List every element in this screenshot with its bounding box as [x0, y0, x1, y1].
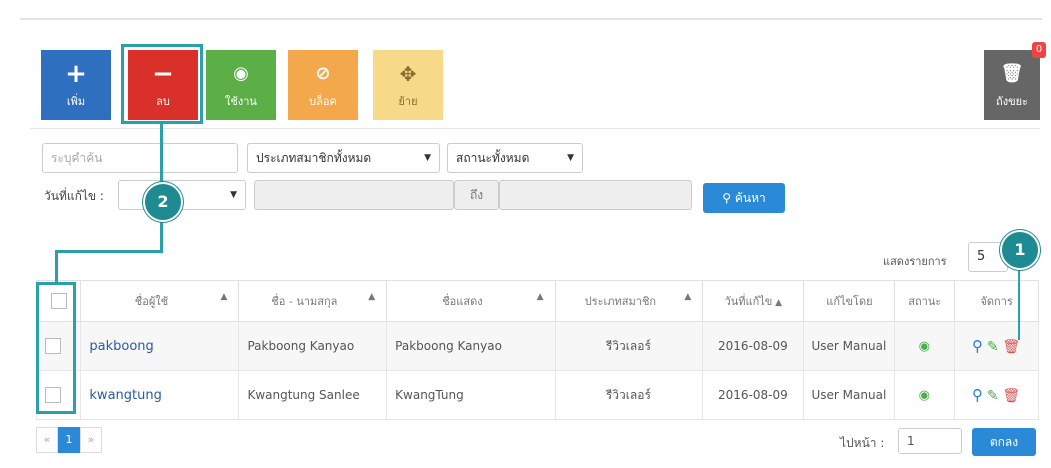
callout-line: [55, 250, 163, 253]
actions-cell: ⚲ ✎ 🗑: [954, 370, 1039, 420]
block-label: บล็อค: [309, 95, 337, 108]
status-value: สถานะทั้งหมด: [456, 151, 530, 165]
pagination: «1»: [36, 427, 102, 453]
col-type[interactable]: ประเภทสมาชิก ▲: [554, 280, 704, 322]
page-button[interactable]: 1: [58, 427, 80, 453]
move-arrows-icon: ✥: [399, 62, 417, 86]
callout-marker-1: 1: [1000, 230, 1040, 270]
table-header-row: ชื่อผู้ใช้ ▲ ชื่อ - นามสกุล ▲ ชื่อแสดง ▲ ปร…: [35, 280, 1039, 322]
display-name-cell: Pakboong Kanyao: [386, 321, 556, 371]
date-from-input[interactable]: [254, 180, 454, 210]
status-cell: ◉: [894, 321, 956, 371]
member-type-value: ประเภทสมาชิกทั้งหมด: [256, 151, 372, 165]
col-editor: แก้ไขโดย: [803, 280, 896, 322]
trash-count-badge: 0: [1032, 42, 1046, 58]
checkbox-column-highlight: [36, 282, 76, 414]
col-type-label: ประเภทสมาชิก: [584, 295, 657, 308]
block-button[interactable]: ⊘ บล็อค: [288, 50, 358, 120]
col-status: สถานะ: [894, 280, 956, 322]
callout-marker-2: 2: [143, 182, 183, 222]
goto-page-input[interactable]: 1: [898, 428, 962, 454]
member-type-cell: รีวิวเลอร์: [554, 370, 704, 420]
search-icon: ⚲: [722, 191, 732, 205]
prev-page-button[interactable]: «: [36, 427, 58, 453]
move-label: ย้าย: [398, 95, 418, 108]
username-link[interactable]: kwangtung: [89, 388, 161, 403]
table-row: kwangtung Kwangtung Sanlee KwangTung รีว…: [35, 370, 1039, 420]
col-username[interactable]: ชื่อผู้ใช้ ▲: [80, 280, 240, 322]
eye-icon: ◉: [233, 63, 249, 84]
fullname-cell: Kwangtung Sanlee: [238, 370, 388, 420]
callout-line: [1018, 268, 1020, 340]
date-range-to: ถึง: [454, 180, 499, 210]
members-table: ชื่อผู้ใช้ ▲ ชื่อ - นามสกุล ▲ ชื่อแสดง ▲ ปร…: [35, 280, 1039, 420]
edit-date-cell: 2016-08-09: [702, 321, 805, 371]
status-cell: ◉: [894, 370, 956, 420]
sort-asc-icon: ▲: [536, 292, 544, 302]
col-display-label: ชื่อแสดง: [442, 295, 483, 308]
caret-down-icon: ▼: [230, 190, 237, 200]
edited-by-cell: User Manual: [803, 321, 896, 371]
plus-icon: +: [65, 59, 87, 89]
trash-button[interactable]: 🗑 ถังขยะ 0: [984, 42, 1046, 120]
col-fullname-label: ชื่อ - นามสกุล: [271, 295, 338, 308]
sort-asc-icon: ▲: [772, 298, 783, 308]
goto-label: ไปหน้า :: [840, 436, 885, 450]
edit-date-label: วันที่แก้ไข :: [44, 189, 104, 203]
caret-down-icon: ▼: [424, 153, 431, 163]
eye-slash-icon: ⊘: [315, 63, 331, 84]
eye-icon[interactable]: ◉: [919, 339, 930, 354]
callout-line: [160, 218, 163, 252]
caret-down-icon: ▼: [567, 153, 574, 163]
divider: [30, 128, 1040, 129]
view-search-icon[interactable]: ⚲: [972, 386, 983, 404]
keyword-input[interactable]: ระบุคำค้น: [42, 143, 238, 173]
member-type-cell: รีวิวเลอร์: [554, 321, 704, 371]
callout-line: [55, 250, 58, 282]
edited-by-cell: User Manual: [803, 370, 896, 420]
search-label: ค้นหา: [734, 191, 766, 205]
col-fullname[interactable]: ชื่อ - นามสกุล ▲: [238, 280, 388, 322]
sort-asc-icon: ▲: [220, 292, 228, 302]
col-date[interactable]: วันที่แก้ไข ▲: [702, 280, 805, 322]
trash-label: ถังขยะ: [996, 95, 1028, 108]
per-page-label: แสดงรายการ: [883, 255, 947, 268]
member-type-select[interactable]: ประเภทสมาชิกทั้งหมด ▼: [247, 143, 440, 173]
date-to-input[interactable]: [499, 180, 692, 210]
trash-icon: 🗑: [1000, 63, 1024, 84]
goto-ok-button[interactable]: ตกลง: [972, 428, 1036, 456]
sort-asc-icon: ▲: [368, 292, 376, 302]
table-row: pakboong Pakboong Kanyao Pakboong Kanyao…: [35, 321, 1039, 371]
search-button[interactable]: ⚲ ค้นหา: [703, 183, 785, 213]
move-button[interactable]: ✥ ย้าย: [373, 50, 443, 120]
pencil-icon[interactable]: ✎: [987, 339, 999, 355]
username-link[interactable]: pakboong: [89, 339, 153, 354]
fullname-cell: Pakboong Kanyao: [238, 321, 388, 371]
trash-icon[interactable]: 🗑: [1002, 388, 1020, 404]
pencil-icon[interactable]: ✎: [987, 388, 999, 404]
actions-cell: ⚲ ✎ 🗑: [954, 321, 1039, 371]
eye-icon[interactable]: ◉: [919, 388, 930, 403]
trash-icon[interactable]: 🗑: [1002, 339, 1020, 355]
add-button[interactable]: + เพิ่ม: [41, 50, 111, 120]
add-label: เพิ่ม: [66, 95, 86, 108]
next-page-button[interactable]: »: [80, 427, 102, 453]
sort-asc-icon: ▲: [684, 292, 692, 302]
display-name-cell: KwangTung: [386, 370, 556, 420]
delete-button-highlight: [121, 44, 203, 124]
enable-button[interactable]: ◉ ใช้งาน: [206, 50, 276, 120]
col-date-label: วันที่แก้ไข: [724, 295, 773, 308]
enable-label: ใช้งาน: [225, 95, 257, 108]
status-select[interactable]: สถานะทั้งหมด ▼: [447, 143, 583, 173]
col-display[interactable]: ชื่อแสดง ▲: [386, 280, 556, 322]
view-search-icon[interactable]: ⚲: [972, 337, 983, 355]
col-actions: จัดการ: [954, 280, 1039, 322]
edit-date-cell: 2016-08-09: [702, 370, 805, 420]
col-username-label: ชื่อผู้ใช้: [134, 295, 169, 308]
